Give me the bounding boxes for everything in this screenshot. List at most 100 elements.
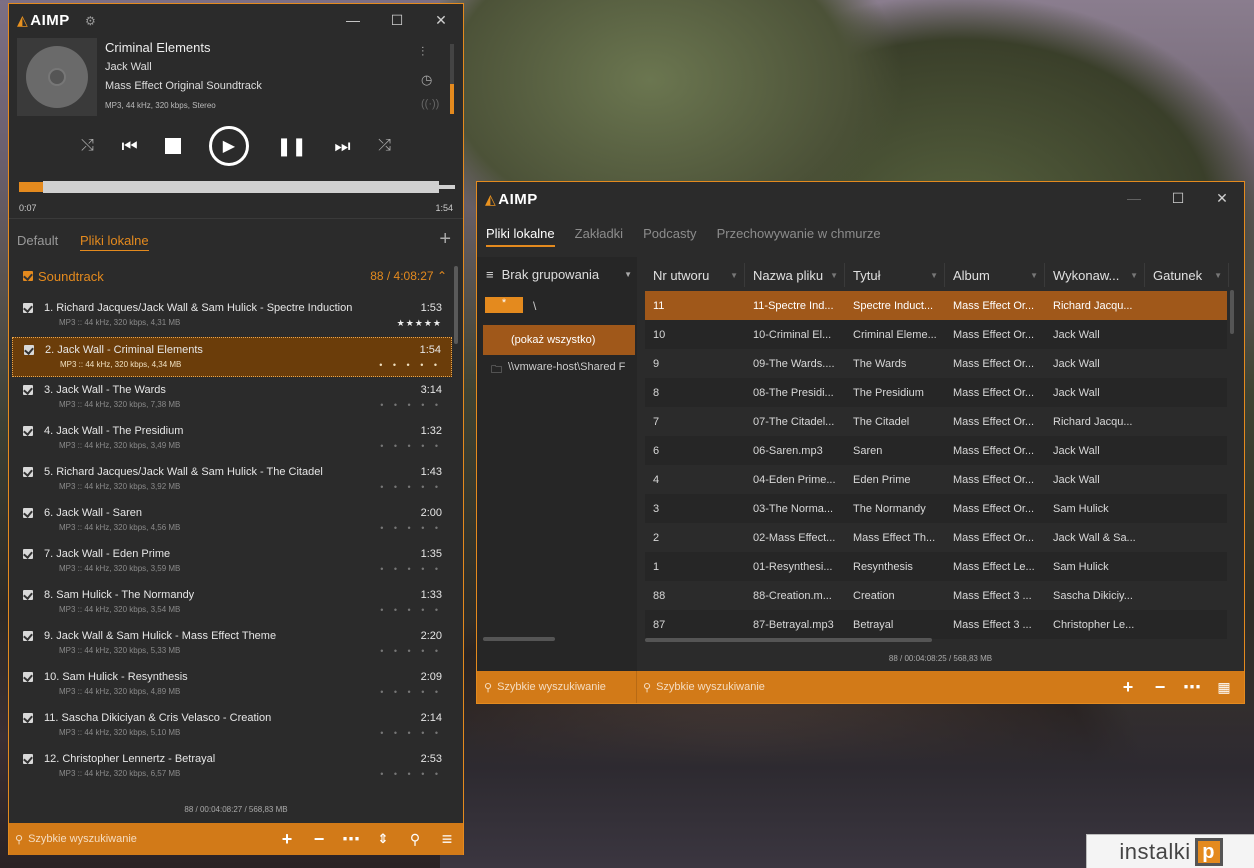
sort-button[interactable]: ⇕ bbox=[367, 831, 399, 847]
playlist-track[interactable]: 9. Jack Wall & Sam Hulick - Mass Effect … bbox=[12, 624, 452, 664]
playlist-track[interactable]: 12. Christopher Lennertz - Betrayal MP3 :… bbox=[12, 747, 452, 787]
track-rating[interactable]: • • • • • bbox=[380, 728, 442, 738]
show-all-item[interactable]: (pokaż wszystko) bbox=[483, 325, 635, 355]
track-rating[interactable]: • • • • • bbox=[380, 646, 442, 656]
tab-local-files[interactable]: Pliki lokalne bbox=[486, 226, 555, 247]
remove-files-button[interactable]: − bbox=[303, 829, 335, 850]
playlist-track[interactable]: 7. Jack Wall - Eden Prime MP3 :: 44 kHz, … bbox=[12, 542, 452, 582]
menu-button[interactable]: ≡ bbox=[431, 829, 463, 850]
close-button[interactable]: ✕ bbox=[419, 4, 463, 36]
add-files-button[interactable]: + bbox=[271, 829, 303, 850]
track-checkbox[interactable] bbox=[23, 549, 33, 559]
playlist-track[interactable]: 6. Jack Wall - Saren MP3 :: 44 kHz, 320 k… bbox=[12, 501, 452, 541]
tab-bookmarks[interactable]: Zakładki bbox=[575, 226, 623, 247]
pause-button[interactable]: ❚❚ bbox=[277, 136, 307, 157]
track-rating[interactable]: • • • • • bbox=[380, 769, 442, 779]
column-header[interactable]: Tytuł ▼ bbox=[845, 263, 945, 287]
table-row[interactable]: 1 01-Resynthesi... Resynthesis Mass Effect … bbox=[645, 552, 1227, 581]
tab-pliki-lokalne[interactable]: Pliki lokalne bbox=[80, 233, 149, 251]
library-close-button[interactable]: ✕ bbox=[1200, 182, 1244, 214]
column-header[interactable]: Wykonaw... ▼ bbox=[1045, 263, 1145, 287]
previous-track-button[interactable]: ⏮ bbox=[121, 136, 137, 157]
stop-button[interactable] bbox=[165, 138, 182, 154]
track-checkbox[interactable] bbox=[23, 672, 33, 682]
table-hscrollbar[interactable] bbox=[645, 638, 932, 642]
table-row[interactable]: 4 04-Eden Prime... Eden Prime Mass Effect O… bbox=[645, 465, 1227, 494]
shuffle-icon[interactable]: ⤮ bbox=[378, 137, 391, 155]
playlist-track[interactable]: 5. Richard Jacques/Jack Wall & Sam Hulic… bbox=[12, 460, 452, 500]
column-header[interactable]: Nazwa pliku ▼ bbox=[745, 263, 845, 287]
track-rating[interactable]: • • • • • bbox=[380, 564, 442, 574]
library-sidebar-search[interactable]: ⚲ Szybkie wyszukiwanie bbox=[477, 671, 637, 703]
settings-gear-icon[interactable]: ⚙ bbox=[85, 14, 96, 28]
filter-star-button[interactable]: * bbox=[485, 297, 523, 313]
playlist-track[interactable]: 1. Richard Jacques/Jack Wall & Sam Hulic… bbox=[12, 296, 452, 336]
play-button[interactable]: ▶ bbox=[208, 126, 249, 166]
tab-cloud-storage[interactable]: Przechowywanie w chmurze bbox=[717, 226, 881, 247]
track-checkbox[interactable] bbox=[23, 590, 33, 600]
table-row[interactable]: 10 10-Criminal El... Criminal Eleme... Mass… bbox=[645, 320, 1227, 349]
track-rating[interactable]: • • • • • bbox=[380, 687, 442, 697]
track-checkbox[interactable] bbox=[23, 426, 33, 436]
filter-icon[interactable]: ▼ bbox=[1130, 271, 1138, 280]
column-header[interactable]: Nr utworu ▼ bbox=[645, 263, 745, 287]
track-checkbox[interactable] bbox=[23, 385, 33, 395]
playlist-track[interactable]: 2. Jack Wall - Criminal Elements MP3 :: 4… bbox=[12, 337, 452, 377]
player-quick-search[interactable]: ⚲ Szybkie wyszukiwanie bbox=[15, 833, 271, 846]
track-rating[interactable]: • • • • • bbox=[379, 360, 441, 370]
playlist-track[interactable]: 8. Sam Hulick - The Normandy MP3 :: 44 kH… bbox=[12, 583, 452, 623]
column-header[interactable]: Gatunek ▼ bbox=[1145, 263, 1229, 287]
playlist-track[interactable]: 4. Jack Wall - The Presidium MP3 :: 44 kH… bbox=[12, 419, 452, 459]
minimize-button[interactable]: — bbox=[331, 4, 375, 36]
track-checkbox[interactable] bbox=[24, 345, 34, 355]
tab-podcasts[interactable]: Podcasty bbox=[643, 226, 696, 247]
table-row[interactable]: 2 02-Mass Effect... Mass Effect Th... Mass … bbox=[645, 523, 1227, 552]
tab-default[interactable]: Default bbox=[17, 233, 58, 248]
folder-item[interactable]: 🗀 \\vmware-host\Shared F bbox=[491, 361, 637, 380]
track-rating[interactable]: • • • • • bbox=[380, 605, 442, 615]
group-checkbox[interactable] bbox=[23, 271, 33, 281]
table-vscrollbar[interactable] bbox=[1230, 290, 1234, 334]
sidebar-scrollbar[interactable] bbox=[483, 637, 555, 641]
maximize-button[interactable]: ☐ bbox=[375, 4, 419, 36]
volume-slider[interactable] bbox=[450, 44, 454, 114]
table-row[interactable]: 88 88-Creation.m... Creation Mass Effect 3 … bbox=[645, 581, 1227, 610]
table-row[interactable]: 9 09-The Wards.... The Wards Mass Effect Or… bbox=[645, 349, 1227, 378]
table-row[interactable]: 6 06-Saren.mp3 Saren Mass Effect Or... Jack … bbox=[645, 436, 1227, 465]
repeat-off-icon[interactable]: ⤭ bbox=[81, 137, 94, 155]
table-row[interactable]: 87 87-Betrayal.mp3 Betrayal Mass Effect 3 .… bbox=[645, 610, 1227, 639]
add-playlist-button[interactable]: + bbox=[439, 228, 451, 251]
waveform-seekbar[interactable] bbox=[19, 176, 455, 198]
playlist-track[interactable]: 11. Sascha Dikiciyan & Cris Velasco - Cr… bbox=[12, 706, 452, 746]
clock-icon[interactable]: ◷ bbox=[421, 72, 432, 88]
table-row[interactable]: 8 08-The Presidi... The Presidium Mass Effe… bbox=[645, 378, 1227, 407]
more-options-button[interactable]: ⋯ bbox=[335, 829, 367, 850]
find-button[interactable]: ⚲ bbox=[399, 831, 431, 848]
collapse-chevron-icon[interactable]: ⌃ bbox=[437, 269, 447, 283]
track-checkbox[interactable] bbox=[23, 303, 33, 313]
table-row[interactable]: 3 03-The Norma... The Normandy Mass Effect … bbox=[645, 494, 1227, 523]
filter-icon[interactable]: ▼ bbox=[1030, 271, 1038, 280]
equalizer-icon[interactable]: ⫶ bbox=[421, 44, 424, 60]
playlist-scrollbar[interactable] bbox=[454, 266, 458, 344]
track-rating[interactable]: • • • • • bbox=[380, 441, 442, 451]
filter-icon[interactable]: ▼ bbox=[1214, 271, 1222, 280]
filter-root[interactable]: \ bbox=[533, 299, 536, 313]
track-checkbox[interactable] bbox=[23, 467, 33, 477]
view-grid-button[interactable]: ▦ bbox=[1208, 679, 1240, 696]
track-checkbox[interactable] bbox=[23, 508, 33, 518]
table-row[interactable]: 7 07-The Citadel... The Citadel Mass Effect… bbox=[645, 407, 1227, 436]
filter-icon[interactable]: ▼ bbox=[830, 271, 838, 280]
playlist-track[interactable]: 10. Sam Hulick - Resynthesis MP3 :: 44 kH… bbox=[12, 665, 452, 705]
track-checkbox[interactable] bbox=[23, 754, 33, 764]
table-row[interactable]: 11 11-Spectre Ind... Spectre Induct... Mass… bbox=[645, 291, 1227, 320]
playlist-track[interactable]: 3. Jack Wall - The Wards MP3 :: 44 kHz, 3… bbox=[12, 378, 452, 418]
column-header[interactable]: Album ▼ bbox=[945, 263, 1045, 287]
track-checkbox[interactable] bbox=[23, 631, 33, 641]
track-rating[interactable]: • • • • • bbox=[380, 523, 442, 533]
track-rating[interactable]: • • • • • bbox=[380, 400, 442, 410]
library-maximize-button[interactable]: ☐ bbox=[1156, 182, 1200, 214]
track-checkbox[interactable] bbox=[23, 713, 33, 723]
broadcast-icon[interactable]: ((·)) bbox=[421, 98, 439, 110]
library-minimize-button[interactable]: — bbox=[1112, 182, 1156, 214]
